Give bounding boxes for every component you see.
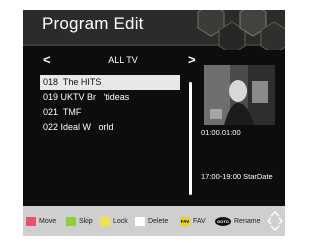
delete-label: Delete <box>148 217 169 225</box>
rename-label: Rename <box>234 217 261 225</box>
fav-hint: FAV FAV <box>180 206 206 236</box>
yellow-key-icon <box>100 216 110 226</box>
fav-key-icon: FAV <box>180 216 190 226</box>
prev-group-arrow[interactable]: < <box>43 52 51 67</box>
channel-item[interactable]: 021 TMF <box>40 105 180 120</box>
next-group-arrow[interactable]: > <box>188 52 196 67</box>
help-bar: Move Skip Lock Delete FAV FAV GOTO Renam… <box>23 206 285 236</box>
channel-item[interactable]: 022 Ideal W orld <box>40 120 180 135</box>
program-edit-screen: Program Edit < ALL TV > 018 The HITS 019… <box>23 10 285 206</box>
channel-preview <box>204 65 275 125</box>
page-title: Program Edit <box>42 14 144 33</box>
green-key-icon <box>66 216 76 226</box>
delete-hint: Delete <box>135 206 168 236</box>
skip-hint: Skip <box>66 206 93 236</box>
goto-key-icon: GOTO <box>215 216 231 226</box>
channel-list: 018 The HITS 019 UKTV Br 'tideas 021 TMF… <box>40 75 180 135</box>
red-key-icon <box>26 216 36 226</box>
group-title: ALL TV <box>108 55 138 65</box>
skip-label: Skip <box>79 217 93 225</box>
current-time: 01:00.01:00 <box>201 128 241 137</box>
channel-item[interactable]: 019 UKTV Br 'tideas <box>40 90 180 105</box>
epg-info: 17:00-19:00 StarDate <box>201 172 273 181</box>
move-label: Move <box>39 217 57 225</box>
channel-scrollbar[interactable] <box>189 82 192 195</box>
rename-hint: GOTO Rename <box>215 206 260 236</box>
fav-label: FAV <box>193 217 206 225</box>
lock-hint: Lock <box>100 206 128 236</box>
white-key-icon <box>135 216 145 226</box>
move-hint: Move <box>26 206 56 236</box>
channel-item[interactable]: 018 The HITS <box>40 75 180 90</box>
lock-label: Lock <box>113 217 128 225</box>
navigation-arrows-icon <box>267 211 283 231</box>
